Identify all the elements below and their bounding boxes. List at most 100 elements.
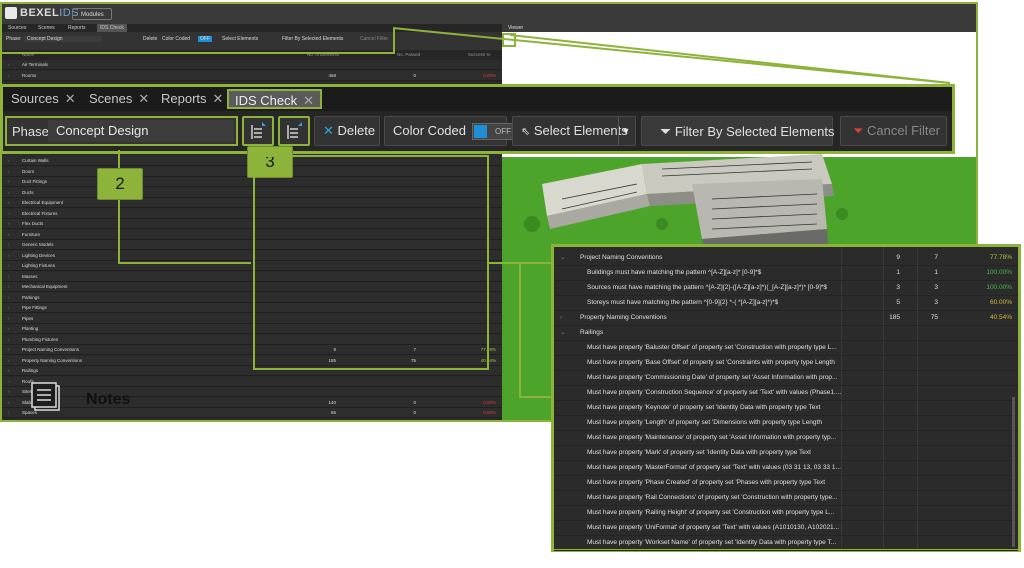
expand-arrow-icon[interactable]: › [8,272,10,281]
expand-arrow-icon[interactable]: › [8,282,10,291]
phase-field[interactable]: Concept Design [48,120,234,142]
expand-arrow-icon[interactable]: › [8,303,10,312]
expand-arrow-icon[interactable]: › [8,230,10,239]
expand-arrow-icon[interactable]: › [8,60,10,69]
import-button[interactable] [242,116,274,146]
rule-row[interactable]: Must have property 'Length' of property … [554,415,1018,431]
close-icon[interactable]: ✕ [138,91,149,106]
rule-row[interactable]: Must have property 'UniFormat' of proper… [554,520,1018,536]
expand-arrow-icon[interactable]: › [8,356,10,365]
expand-arrow-icon[interactable]: › [8,408,10,417]
connector-line [519,262,521,397]
export-list-icon [287,122,302,139]
expand-arrow-icon[interactable]: › [8,335,10,344]
expand-arrow-icon[interactable]: › [8,345,10,354]
group-row[interactable]: › Property Naming Conventions 185 75 40.54% [554,310,1018,326]
table-row[interactable]: › Roofs [2,376,502,387]
expand-arrow-icon[interactable]: › [8,314,10,323]
tab-scenes[interactable]: Scenes ✕ [89,89,149,109]
chevron-down-icon[interactable]: ▼ [618,117,633,145]
chevron-right-icon[interactable]: › [560,310,562,325]
rule-row[interactable]: Buildings must have matching the pattern… [554,265,1018,281]
expand-arrow-icon[interactable]: › [8,261,10,270]
row-label: Lighting Devices [22,252,56,258]
small-phase-field[interactable]: Concept Design [24,36,102,42]
select-elements-dropdown[interactable]: ⇖ Select Elements ▼ [512,116,636,146]
delete-icon: ✕ [323,123,334,138]
rule-row[interactable]: Must have property 'Railing Height' of p… [554,505,1018,521]
small-toggle[interactable]: OFF [198,36,212,42]
tab-sources-small[interactable]: Sources [8,24,26,32]
rule-row[interactable]: Sources must have matching the pattern ^… [554,280,1018,296]
expand-arrow-icon[interactable]: › [8,167,10,176]
tab-reports[interactable]: Reports ✕ [161,89,223,109]
tab-scenes-small[interactable]: Scenes [38,24,55,32]
rule-row[interactable]: Must have property 'Maintenance' of prop… [554,430,1018,446]
expand-arrow-icon[interactable]: › [8,324,10,333]
rule-row[interactable]: Must have property 'Construction Sequenc… [554,385,1018,401]
row-label: Curtain Walls [22,158,49,163]
close-icon[interactable]: ✕ [303,93,314,108]
table-row[interactable]: › Spaces 65 0 0.00% [2,408,502,418]
tab-ids-check[interactable]: IDS Check ✕ [227,89,323,109]
rule-row[interactable]: Must have property 'Phase Created' of pr… [554,475,1018,491]
group-row[interactable]: ⌄ Project Naming Conventions 9 7 77.78% [554,250,1018,266]
row-elements: 9 [896,254,900,261]
rule-row[interactable]: Must have property 'Workset Name' of pro… [554,535,1018,551]
row-label: Must have property 'Maintenance' of prop… [587,434,837,441]
expand-arrow-icon[interactable]: › [8,156,10,165]
close-icon[interactable]: ✕ [213,91,224,106]
small-delete-button[interactable]: Delete [143,36,157,42]
expand-arrow-icon[interactable]: › [8,377,10,386]
delete-button[interactable]: ✕ Delete [314,116,380,146]
chevron-down-icon[interactable]: ⌄ [560,325,565,340]
row-label: Doors [22,168,35,174]
expand-arrow-icon[interactable]: › [8,71,10,80]
tab-ids-check-small[interactable]: IDS Check [97,24,127,32]
expand-arrow-icon[interactable]: › [8,293,10,302]
color-coded-toggle[interactable]: Color Coded OFF [384,116,516,146]
expand-arrow-icon[interactable]: › [8,209,10,218]
expand-arrow-icon[interactable]: › [8,240,10,249]
modules-button[interactable]: Modules [72,8,112,20]
row-label: Must have property 'Baluster Offset' of … [587,344,837,351]
row-elements: 468 [328,73,336,78]
tab-sources[interactable]: Sources ✕ [11,89,76,109]
rule-row[interactable]: Storeys must have matching the pattern ^… [554,295,1018,311]
small-cancel-filter[interactable]: Cancel Filter [360,36,388,42]
expand-arrow-icon[interactable]: › [8,219,10,228]
chevron-down-icon[interactable]: ⌄ [560,250,565,265]
rule-row[interactable]: Must have property 'Rail Connections' of… [554,490,1018,506]
tab-reports-small[interactable]: Reports [68,24,86,32]
row-label: Project Naming Conventions [22,347,80,352]
row-label: Must have property 'Base Offset' of prop… [587,359,835,366]
export-button[interactable] [278,116,310,146]
rule-row[interactable]: Must have property 'Commissioning Date' … [554,370,1018,386]
expand-arrow-icon[interactable]: › [8,366,10,375]
cancel-filter-button[interactable]: ⏷ Cancel Filter [840,116,947,146]
expand-arrow-icon[interactable]: › [8,387,10,396]
row-label: Pipes [22,315,34,321]
group-row[interactable]: ⌄ Railings [554,325,1018,341]
toggle-switch[interactable]: OFF [472,123,516,141]
small-select-elements[interactable]: Select Elements [222,36,258,42]
phase-selector: Phase: Concept Design [5,116,238,146]
expand-arrow-icon[interactable]: › [8,251,10,260]
expand-arrow-icon[interactable]: › [8,188,10,197]
table-row[interactable]: › Slabs 140 0 0.00% [2,397,502,408]
filter-selected-button[interactable]: ⏷ Filter By Selected Elements [641,116,835,146]
table-row[interactable]: › Sites [2,387,502,397]
expand-arrow-icon[interactable]: › [8,398,10,407]
rule-row[interactable]: Must have property 'MasterFormat' of pro… [554,460,1018,476]
scrollbar[interactable] [1012,397,1015,547]
rule-row[interactable]: Must have property 'Keynote' of property… [554,400,1018,416]
connector-line [0,52,395,54]
close-icon[interactable]: ✕ [65,91,76,106]
rule-row[interactable]: Must have property 'Mark' of property se… [554,445,1018,461]
rule-row[interactable]: Must have property 'Baluster Offset' of … [554,340,1018,356]
expand-arrow-icon[interactable]: › [8,198,10,207]
small-color-coded[interactable]: Color Coded [162,36,190,42]
small-filter-button[interactable]: Filter By Selected Elements [282,36,343,42]
rule-row[interactable]: Must have property 'Base Offset' of prop… [554,355,1018,371]
expand-arrow-icon[interactable]: › [8,177,10,186]
